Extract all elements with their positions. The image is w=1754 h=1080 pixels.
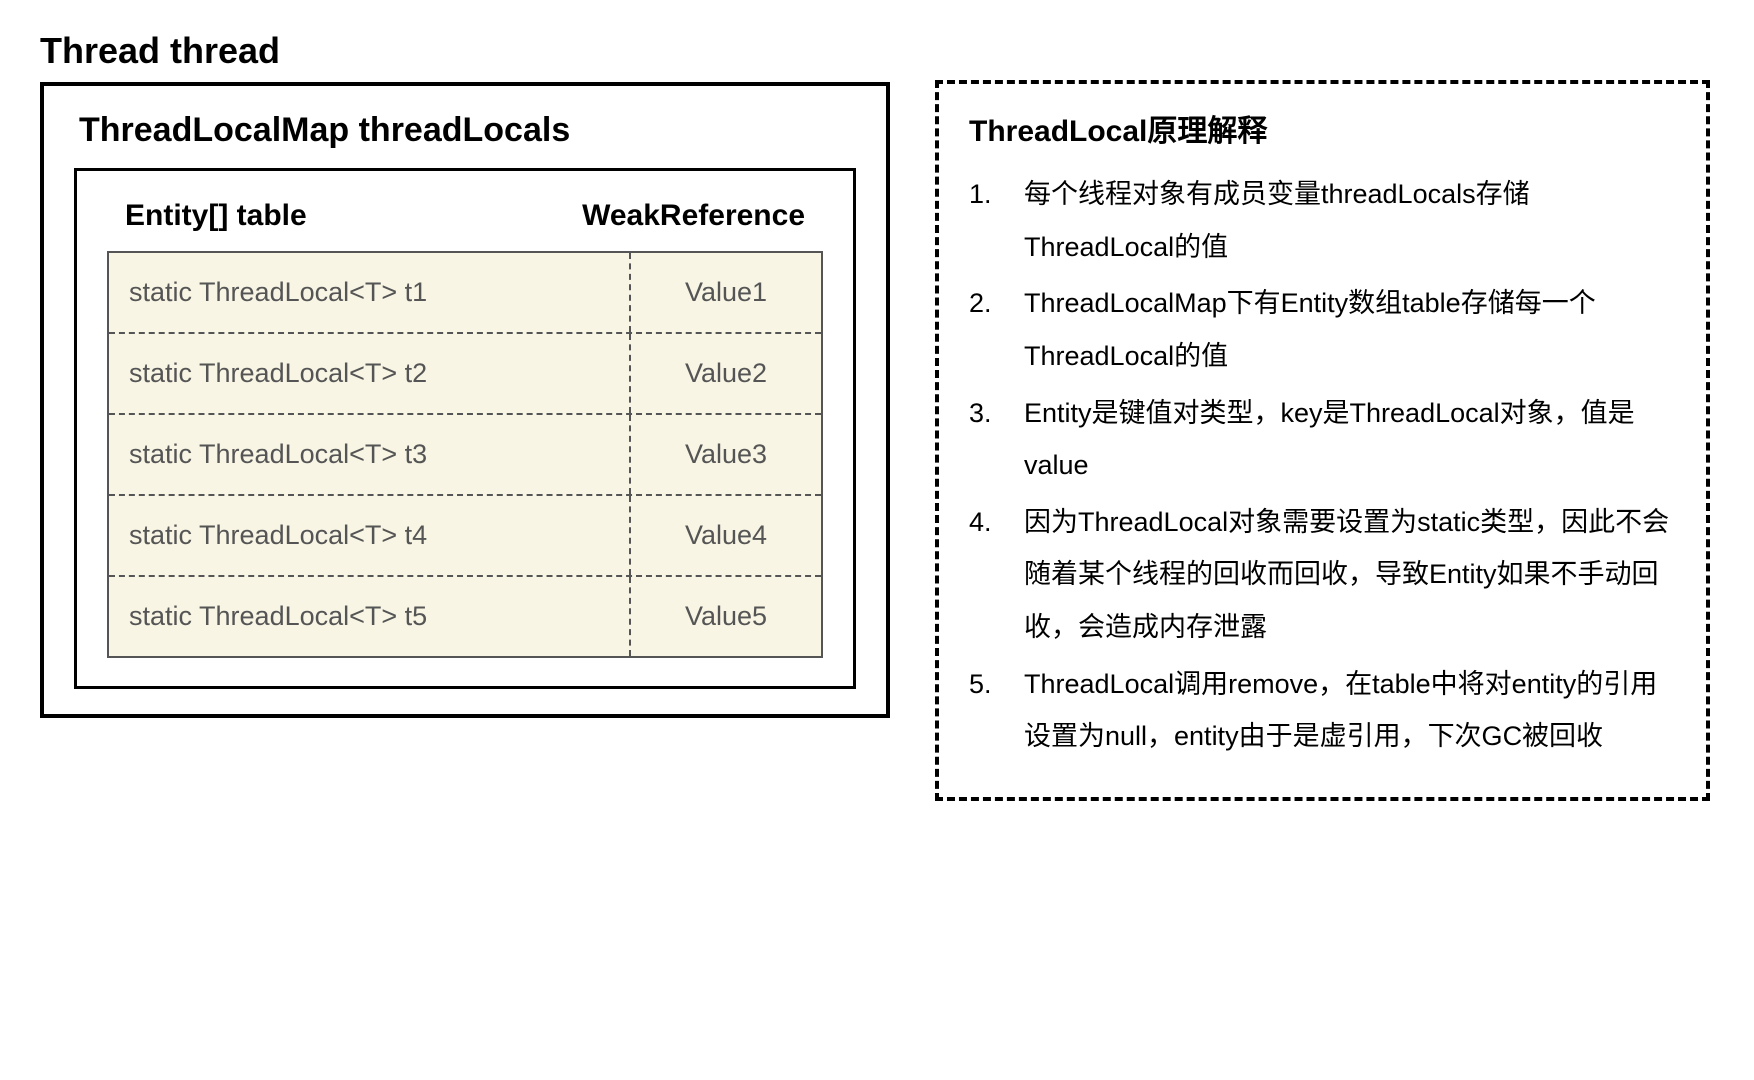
- cell-value: Value4: [631, 496, 821, 575]
- explanation-box: ThreadLocal原理解释 每个线程对象有成员变量threadLocals存…: [935, 80, 1710, 801]
- cell-key: static ThreadLocal<T> t3: [109, 415, 631, 494]
- explanation-list: 每个线程对象有成员变量threadLocals存储ThreadLocal的值 T…: [969, 168, 1676, 763]
- map-box: Entity[] table WeakReference static Thre…: [74, 168, 856, 689]
- table-row: static ThreadLocal<T> t2 Value2: [109, 334, 821, 415]
- diagram-container: Thread thread ThreadLocalMap threadLocal…: [40, 30, 1714, 801]
- map-title: ThreadLocalMap threadLocals: [74, 111, 856, 150]
- explanation-item: ThreadLocal调用remove，在table中将对entity的引用设置…: [969, 658, 1676, 763]
- cell-value: Value1: [631, 253, 821, 332]
- cell-key: static ThreadLocal<T> t4: [109, 496, 631, 575]
- left-section: Thread thread ThreadLocalMap threadLocal…: [40, 30, 890, 718]
- thread-box: ThreadLocalMap threadLocals Entity[] tab…: [40, 82, 890, 718]
- cell-key: static ThreadLocal<T> t5: [109, 577, 631, 656]
- cell-value: Value5: [631, 577, 821, 656]
- header-weak-reference: WeakReference: [582, 199, 805, 233]
- table-row: static ThreadLocal<T> t1 Value1: [109, 253, 821, 334]
- table-row: static ThreadLocal<T> t3 Value3: [109, 415, 821, 496]
- cell-value: Value3: [631, 415, 821, 494]
- explanation-item: 因为ThreadLocal对象需要设置为static类型，因此不会随着某个线程的…: [969, 496, 1676, 654]
- explanation-title: ThreadLocal原理解释: [969, 106, 1676, 150]
- table-row: static ThreadLocal<T> t5 Value5: [109, 577, 821, 656]
- entity-table: static ThreadLocal<T> t1 Value1 static T…: [107, 251, 823, 658]
- thread-title: Thread thread: [40, 30, 890, 72]
- cell-value: Value2: [631, 334, 821, 413]
- header-entity-table: Entity[] table: [125, 199, 307, 233]
- explanation-item: ThreadLocalMap下有Entity数组table存储每一个Thread…: [969, 277, 1676, 382]
- table-row: static ThreadLocal<T> t4 Value4: [109, 496, 821, 577]
- cell-key: static ThreadLocal<T> t2: [109, 334, 631, 413]
- cell-key: static ThreadLocal<T> t1: [109, 253, 631, 332]
- table-headers: Entity[] table WeakReference: [107, 199, 823, 251]
- explanation-item: 每个线程对象有成员变量threadLocals存储ThreadLocal的值: [969, 168, 1676, 273]
- explanation-item: Entity是键值对类型，key是ThreadLocal对象，值是value: [969, 387, 1676, 492]
